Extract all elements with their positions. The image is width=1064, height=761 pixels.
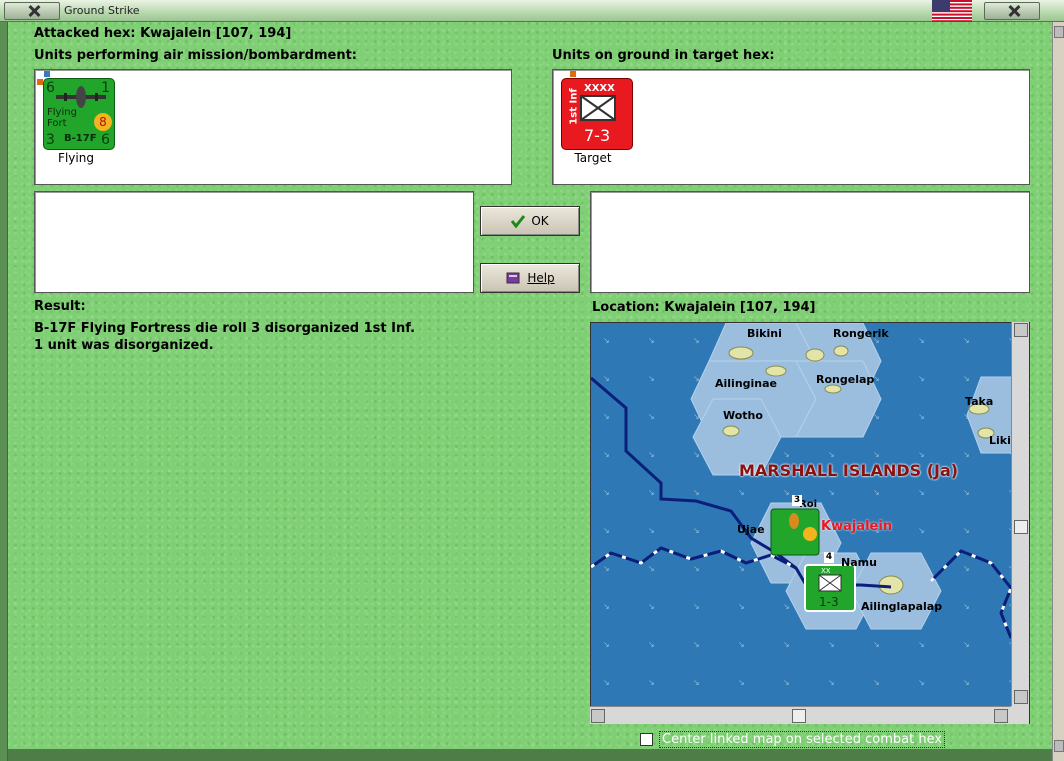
center-map-label[interactable]: Center linked map on selected combat hex xyxy=(659,730,946,748)
attacked-hex-label: Attacked hex: Kwajalein [107, 194] xyxy=(34,26,292,41)
ok-button[interactable]: OK xyxy=(480,206,580,236)
us-flag-icon xyxy=(932,0,972,22)
scroll-down-arrow-icon[interactable] xyxy=(1054,740,1064,752)
book-icon xyxy=(506,272,520,284)
map-label-wotho: Wotho xyxy=(723,409,763,422)
close-button-right[interactable] xyxy=(984,2,1040,20)
map-horizontal-scrollbar[interactable] xyxy=(590,706,1012,724)
map-label-rongerik: Rongerik xyxy=(833,327,889,340)
unit-rating: 8 xyxy=(94,113,112,131)
unit-size: XXXX xyxy=(584,83,615,94)
map-label-namu: Namu xyxy=(841,556,877,569)
checkmark-icon xyxy=(511,215,526,228)
frame-left xyxy=(0,22,8,761)
map-label-liki: Liki xyxy=(989,434,1011,447)
unit-counter-b17f[interactable]: 6 1 Flying Fort 8 B-17F 3 6 xyxy=(43,78,115,150)
unit-bottom-left: 3 xyxy=(46,132,55,148)
scroll-down-arrow-icon[interactable] xyxy=(1014,690,1028,704)
result-text: B-17F Flying Fortress die roll 3 disorga… xyxy=(34,320,415,354)
close-icon xyxy=(27,4,41,18)
ok-label: OK xyxy=(531,214,549,228)
scroll-thumb[interactable] xyxy=(792,709,806,723)
air-units-heading: Units performing air mission/bombardment… xyxy=(34,48,358,63)
unit-name-line1: Flying xyxy=(47,107,77,118)
infantry-symbol-icon xyxy=(580,95,616,121)
defender-detail-box xyxy=(590,191,1030,293)
map-vertical-scrollbar[interactable] xyxy=(1011,322,1029,708)
attacker-detail-box xyxy=(34,191,474,293)
result-line-2: 1 unit was disorganized. xyxy=(34,338,214,353)
unit-bottom-right: 6 xyxy=(101,132,110,148)
unit-caption: Flying xyxy=(58,151,94,165)
map-unit-size: XX xyxy=(821,567,831,575)
unit-strength: 7-3 xyxy=(584,126,611,145)
scroll-thumb[interactable] xyxy=(1014,520,1028,534)
air-units-list: 6 1 Flying Fort 8 B-17F 3 6 Flying xyxy=(34,69,512,185)
scroll-left-arrow-icon[interactable] xyxy=(591,709,605,723)
center-map-checkbox[interactable] xyxy=(640,732,653,746)
status-marker xyxy=(44,71,50,77)
unit-name-line2: Fort xyxy=(47,118,67,129)
close-icon xyxy=(1007,4,1021,18)
center-map-option[interactable]: Center linked map on selected combat hex xyxy=(640,730,946,748)
result-line-1: B-17F Flying Fortress die roll 3 disorga… xyxy=(34,321,416,336)
unit-model: B-17F xyxy=(64,133,97,144)
map-label-rongelap: Rongelap xyxy=(816,373,875,386)
help-label: Help xyxy=(527,271,555,285)
frame-bottom xyxy=(8,749,1052,761)
map-label-ujae: Ujae xyxy=(737,523,765,536)
bomber-icon xyxy=(56,86,106,108)
map-label-taka: Taka xyxy=(965,395,994,408)
title-bar: Ground Strike xyxy=(0,0,1064,22)
close-button[interactable] xyxy=(4,2,60,20)
scroll-right-arrow-icon[interactable] xyxy=(994,709,1008,723)
scroll-up-arrow-icon[interactable] xyxy=(1014,323,1028,337)
map-canvas: ↘ xyxy=(591,323,1029,723)
map-unit-stack-b17f xyxy=(770,508,820,556)
scroll-corner xyxy=(1011,706,1029,724)
map-label-kwajalein: Kwajalein xyxy=(821,519,893,534)
stack-count-badge: 4 xyxy=(824,552,834,563)
map-label-bikini: Bikini xyxy=(747,327,782,340)
ground-units-list: 1st Inf XXXX 7-3 Target xyxy=(552,69,1030,185)
location-heading: Location: Kwajalein [107, 194] xyxy=(592,300,816,315)
map-label-ailinglapalap: Ailinglapalap xyxy=(861,600,943,613)
ground-units-heading: Units on ground in target hex: xyxy=(552,48,775,63)
scroll-up-arrow-icon[interactable] xyxy=(1054,26,1064,38)
map-label-ailinginae: Ailinginae xyxy=(715,377,778,390)
status-marker xyxy=(570,71,576,77)
window-title: Ground Strike xyxy=(64,4,140,17)
unit-caption: Target xyxy=(574,151,612,165)
unit-counter-1st-inf[interactable]: 1st Inf XXXX 7-3 xyxy=(561,78,633,150)
location-map[interactable]: ↘ xyxy=(590,322,1030,724)
window-scrollbar[interactable] xyxy=(1052,22,1064,761)
stack-count-badge: 3 xyxy=(792,495,802,506)
result-heading: Result: xyxy=(34,299,86,314)
map-region-label: MARSHALL ISLANDS (Ja) xyxy=(739,461,959,480)
help-button[interactable]: Help xyxy=(480,263,580,293)
map-unit-strength: 1-3 xyxy=(819,595,839,609)
unit-side-label: 1st Inf xyxy=(568,88,580,125)
